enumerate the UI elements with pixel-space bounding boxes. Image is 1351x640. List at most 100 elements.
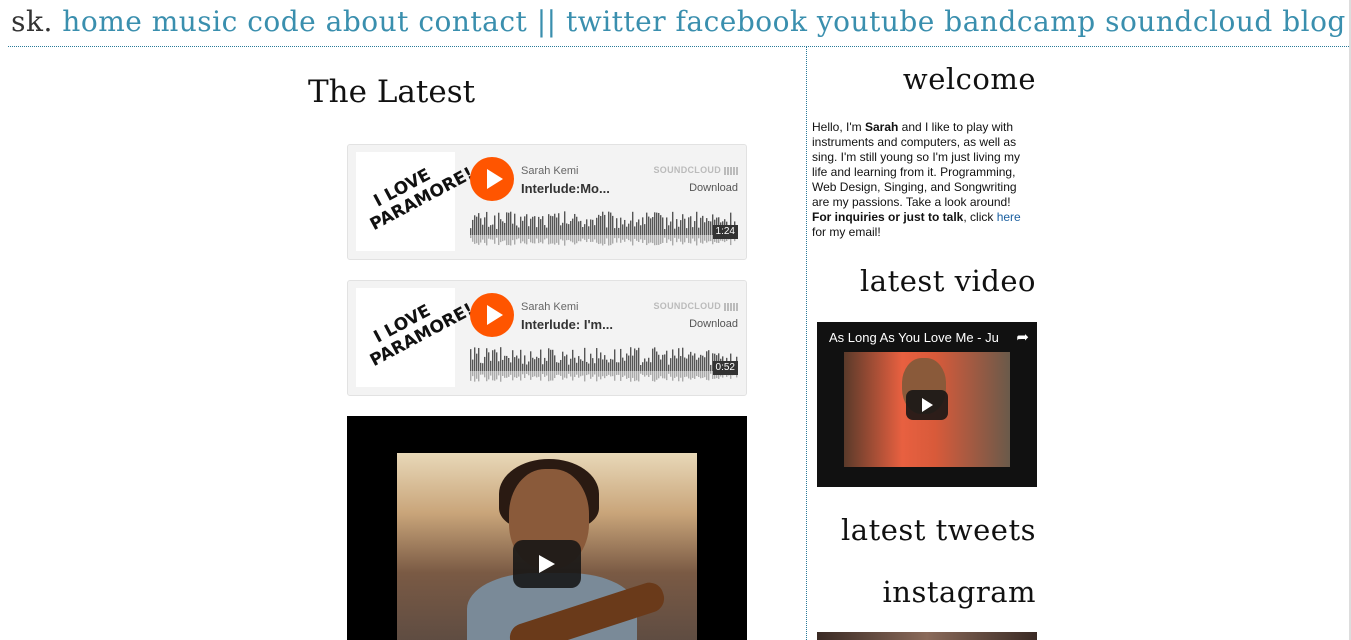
download-link[interactable]: Download xyxy=(689,318,738,330)
waveform-bar xyxy=(574,213,576,235)
play-icon[interactable] xyxy=(470,157,514,201)
waveform-reflection xyxy=(620,371,622,381)
track-artist[interactable]: Sarah Kemi xyxy=(521,165,578,177)
nav-link-bandcamp[interactable]: bandcamp xyxy=(944,5,1095,38)
waveform-bar xyxy=(472,359,474,371)
nav-link-soundcloud[interactable]: soundcloud xyxy=(1105,5,1273,38)
nav-link-youtube[interactable]: youtube xyxy=(817,5,935,38)
waveform-reflection xyxy=(706,235,708,243)
nav-bar: sk. home music code about contact || twi… xyxy=(8,2,1349,42)
waveform-reflection xyxy=(532,235,534,244)
nav-link-twitter[interactable]: twitter xyxy=(566,5,666,38)
waveform-bar xyxy=(652,348,654,371)
waveform-reflection xyxy=(600,235,602,244)
soundcloud-player-1[interactable]: I LOVE PARAMORE! Sarah Kemi Interlude:Mo… xyxy=(347,144,747,260)
waveform-bar xyxy=(686,358,688,371)
waveform-reflection xyxy=(662,235,664,243)
waveform-reflection xyxy=(542,371,544,375)
waveform[interactable] xyxy=(470,205,738,251)
track-duration: 1:24 xyxy=(712,225,738,239)
waveform-bar xyxy=(630,220,632,235)
waveform-reflection xyxy=(496,371,498,380)
nav-link-music[interactable]: music xyxy=(152,5,238,38)
waveform-reflection xyxy=(696,235,698,246)
waveform-reflection xyxy=(686,235,688,239)
soundcloud-player-2[interactable]: I LOVE PARAMORE! Sarah Kemi Interlude: I… xyxy=(347,280,747,396)
waveform-bar xyxy=(710,364,712,371)
download-link[interactable]: Download xyxy=(689,182,738,194)
waveform-reflection xyxy=(546,235,548,239)
waveform-reflection xyxy=(638,235,640,243)
waveform-reflection xyxy=(596,371,598,382)
waveform-reflection xyxy=(686,371,688,377)
waveform-bar xyxy=(566,354,568,371)
waveform-reflection xyxy=(614,235,616,239)
waveform-reflection xyxy=(702,235,704,244)
waveform-bar xyxy=(492,224,494,235)
waveform-bar xyxy=(528,361,530,371)
waveform-bar xyxy=(542,216,544,235)
waveform-bar xyxy=(478,213,480,235)
nav-link-code[interactable]: code xyxy=(247,5,316,38)
waveform-bar xyxy=(568,364,570,371)
waveform-reflection xyxy=(704,371,706,378)
share-icon[interactable]: ➦ xyxy=(1016,328,1029,346)
waveform-reflection xyxy=(624,371,626,376)
waveform-reflection xyxy=(608,235,610,246)
track-artwork[interactable]: I LOVE PARAMORE! xyxy=(356,152,477,251)
play-icon[interactable] xyxy=(470,293,514,337)
waveform-bar xyxy=(610,212,612,235)
latest-video-player[interactable]: As Long As You Love Me - Ju ➦ xyxy=(817,322,1037,487)
waveform-reflection xyxy=(576,235,578,244)
email-link[interactable]: here xyxy=(997,210,1021,224)
instagram-photo[interactable] xyxy=(817,632,1037,640)
waveform-reflection xyxy=(620,235,622,243)
waveform-bar xyxy=(676,219,678,235)
waveform-bar xyxy=(498,361,500,371)
waveform-bar xyxy=(562,351,564,371)
waveform-reflection xyxy=(632,371,634,378)
waveform-bar xyxy=(586,219,588,235)
waveform-reflection xyxy=(666,235,668,243)
waveform-bar xyxy=(558,213,560,235)
video-title[interactable]: As Long As You Love Me - Ju xyxy=(829,330,1009,345)
nav-link-facebook[interactable]: facebook xyxy=(676,5,808,38)
waveform-reflection xyxy=(650,235,652,243)
waveform-reflection xyxy=(516,371,518,378)
site-brand[interactable]: sk. xyxy=(11,5,53,38)
waveform-bar xyxy=(634,226,636,235)
waveform-bar xyxy=(636,222,638,235)
waveform[interactable] xyxy=(470,341,738,387)
waveform-reflection xyxy=(578,235,580,242)
waveform-bar xyxy=(522,220,524,235)
waveform-bar xyxy=(484,356,486,371)
waveform-reflection xyxy=(566,371,568,379)
nav-link-blog[interactable]: blog xyxy=(1282,5,1346,38)
soundcloud-logo[interactable]: SOUNDCLOUD xyxy=(654,301,738,311)
column-divider xyxy=(806,47,807,640)
waveform-bar xyxy=(672,211,674,235)
play-icon[interactable] xyxy=(513,540,581,588)
waveform-bar xyxy=(578,221,580,235)
soundcloud-logo[interactable]: SOUNDCLOUD xyxy=(654,165,738,175)
waveform-bar xyxy=(622,224,624,235)
waveform-reflection xyxy=(506,235,508,246)
play-icon[interactable] xyxy=(906,390,948,420)
waveform-reflection xyxy=(622,235,624,240)
nav-link-home[interactable]: home xyxy=(62,5,142,38)
waveform-reflection xyxy=(568,371,570,374)
waveform-bar xyxy=(520,216,522,235)
waveform-reflection xyxy=(574,235,576,245)
waveform-bar xyxy=(692,227,694,235)
track-title[interactable]: Interlude:Mo... xyxy=(521,181,641,196)
waveform-reflection xyxy=(682,235,684,245)
track-title[interactable]: Interlude: I'm... xyxy=(521,317,641,332)
waveform-bar xyxy=(638,219,640,235)
nav-link-contact[interactable]: contact xyxy=(418,5,527,38)
nav-link-about[interactable]: about xyxy=(326,5,409,38)
track-artwork[interactable]: I LOVE PARAMORE! xyxy=(356,288,477,387)
waveform-reflection xyxy=(474,371,476,382)
track-artist[interactable]: Sarah Kemi xyxy=(521,301,578,313)
youtube-video-player[interactable] xyxy=(347,416,747,640)
waveform-reflection xyxy=(568,235,570,240)
